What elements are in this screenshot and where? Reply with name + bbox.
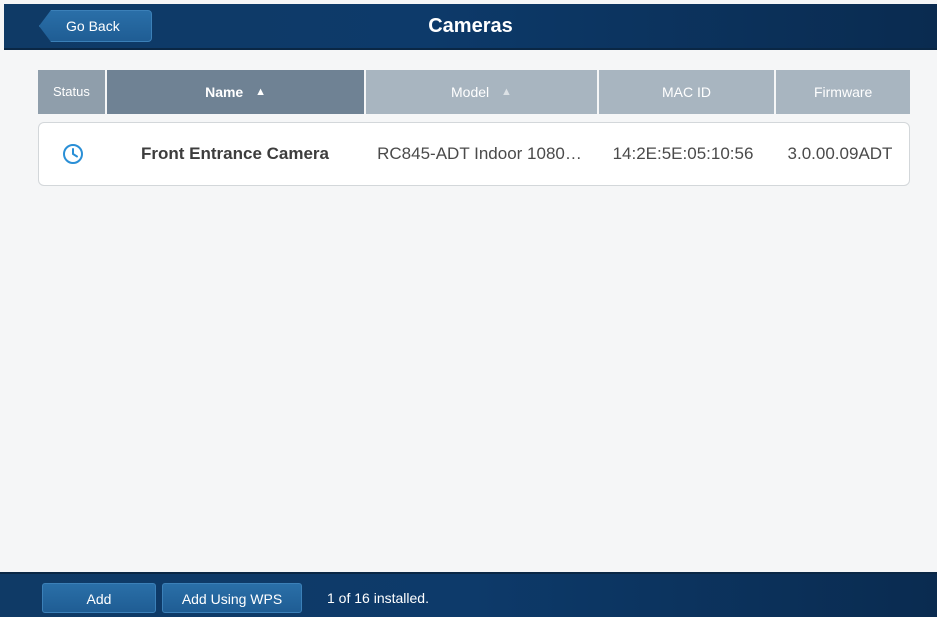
column-header-firmware-label: Firmware — [813, 84, 873, 100]
column-header-firmware[interactable]: Firmware — [776, 70, 910, 114]
table-row[interactable]: Front Entrance Camera RC845-ADT Indoor 1… — [38, 122, 910, 186]
column-header-name-label: Name — [205, 84, 244, 100]
row-status-cell — [39, 143, 106, 165]
add-button[interactable]: Add — [42, 583, 156, 613]
column-header-status-label: Status — [52, 84, 90, 99]
row-firmware: 3.0.00.09ADT — [787, 144, 893, 163]
row-name: Front Entrance Camera — [141, 144, 329, 163]
column-header-name[interactable]: Name ▲︎ — [106, 70, 365, 114]
footer-bar: Add Add Using WPS 1 of 16 installed. — [0, 572, 937, 617]
header-bar: Go Back Cameras — [4, 4, 937, 50]
column-header-mac[interactable]: MAC ID — [598, 70, 775, 114]
table-header: Status Name ▲︎ Model ▲︎ MAC ID Firmware — [38, 70, 910, 114]
go-back-button[interactable]: Go Back — [39, 10, 152, 42]
column-header-model[interactable]: Model ▲︎ — [366, 70, 597, 114]
column-header-model-label: Model — [451, 84, 490, 100]
column-header-status[interactable]: Status — [38, 70, 105, 114]
sort-icon: ▲︎ — [501, 86, 512, 99]
row-model: RC845-ADT Indoor 1080… — [377, 144, 582, 163]
column-header-mac-label: MAC ID — [662, 84, 712, 100]
row-mac: 14:2E:5E:05:10:56 — [612, 144, 754, 163]
sort-icon: ▲︎ — [255, 86, 266, 99]
add-using-wps-button[interactable]: Add Using WPS — [162, 583, 302, 613]
install-status: 1 of 16 installed. — [327, 590, 429, 606]
clock-icon — [62, 144, 83, 164]
cameras-screen: Go Back Cameras Status Name ▲︎ Model ▲︎ … — [0, 0, 937, 617]
